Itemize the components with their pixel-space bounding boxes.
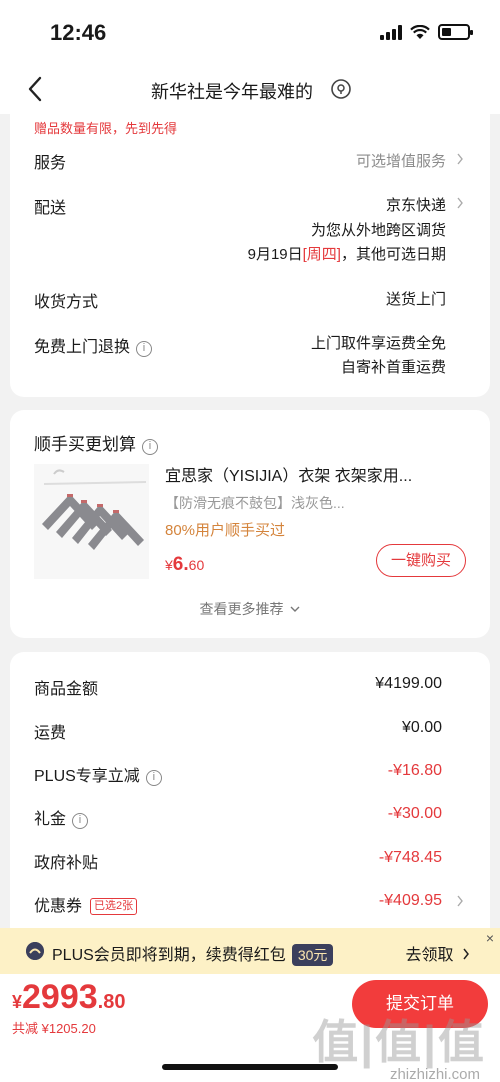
shipping-date[interactable]: 9月19日[周四]，其他可选日期 (248, 243, 446, 264)
shipping-note: 为您从外地跨区调货 (310, 222, 446, 239)
plus-renewal-bar[interactable]: PLUS会员即将到期，续费得红包 30元 去领取 × (0, 928, 500, 974)
product-name[interactable]: 宜思家（YISIJIA）衣架 衣架家用... (165, 462, 460, 486)
chevron-right-icon[interactable] (456, 895, 464, 907)
info-icon[interactable]: i (142, 439, 158, 455)
freight-label: 运费 (34, 725, 67, 742)
recommend-title-text: 顺手买更划算 (34, 435, 136, 454)
plus-discount-label: PLUS专享立减 i (34, 762, 162, 786)
shipping-label: 配送 (34, 200, 67, 217)
shipping-weekday: [周四] (302, 246, 341, 263)
order-total: ¥2993.80 (12, 978, 125, 1017)
system-icons (380, 24, 473, 40)
plus-discount-text: PLUS专享立减 (34, 768, 140, 785)
plus-logo-icon (26, 942, 44, 960)
price-currency: ¥ (165, 557, 173, 573)
receive-label: 收货方式 (34, 294, 99, 311)
total-dec: .80 (97, 991, 126, 1013)
coupon-text: 优惠券 (34, 898, 83, 915)
watermark-logo: 值|值|值 (312, 1016, 486, 1068)
one-click-buy-button[interactable]: 一键购买 (376, 544, 466, 577)
product-spec[interactable]: 【防滑无痕不鼓包】浅灰色... (165, 493, 345, 513)
chevron-right-icon[interactable] (456, 197, 464, 209)
subsidy-label: 政府补贴 (34, 855, 99, 872)
returns-label-text: 免费上门退换 (34, 339, 131, 356)
more-recommend-label: 查看更多推荐 (199, 601, 284, 617)
price-summary-card: 商品金额 ¥4199.00 运费 ¥0.00 PLUS专享立减 i -¥16.80… (10, 652, 490, 942)
returns-label: 免费上门退换 i (34, 333, 153, 357)
goods-amount-label: 商品金额 (34, 681, 99, 698)
info-icon[interactable]: i (136, 341, 153, 357)
chevron-down-icon (290, 606, 300, 612)
chevron-right-icon[interactable] (456, 153, 464, 165)
recommend-card: 顺手买更划算 i 宜思家（YISIJIA）衣架 衣架家用... 【防滑无痕不鼓包】… (10, 410, 490, 638)
nav-bar: 新华社是今年最难的 (0, 64, 500, 114)
returns-line1: 上门取件享运费全免 (310, 335, 446, 352)
plus-red-packet-amount: 30元 (291, 944, 334, 966)
coupon-value[interactable]: -¥409.95 (379, 892, 442, 910)
shipping-date-value: 9月19日 (247, 246, 303, 263)
page-title: 新华社是今年最难的 (151, 82, 313, 102)
service-value[interactable]: 可选增值服务 (356, 150, 446, 171)
info-icon[interactable]: i (145, 770, 162, 786)
product-image[interactable] (34, 464, 149, 579)
price-int: 6. (172, 554, 189, 575)
home-indicator[interactable] (162, 1064, 338, 1070)
claim-link[interactable]: 去领取 (406, 941, 470, 965)
service-label: 服务 (34, 155, 67, 172)
status-time: 12:46 (50, 20, 107, 45)
checkout-footer: ¥2993.80 共减 ¥1205.20 提交订单 值|值|值 zhizhizh… (0, 974, 500, 1082)
claim-label: 去领取 (405, 947, 454, 964)
returns-line2: 自寄补首重运费 (340, 359, 446, 376)
plus-renewal-message: PLUS会员即将到期，续费得红包 (52, 947, 286, 964)
gift-money-text: 礼金 (34, 811, 67, 828)
more-recommend-link[interactable]: 查看更多推荐 (10, 599, 490, 619)
delivery-card: 赠品数量有限，先到先得 服务 可选增值服务 配送 京东快递 为您从外地跨区调货 … (10, 108, 490, 397)
coupon-badge: 已选2张 (90, 898, 138, 915)
info-icon[interactable]: i (72, 813, 89, 829)
gift-money-label: 礼金 i (34, 805, 89, 829)
receive-value: 送货上门 (385, 291, 446, 308)
location-icon[interactable] (330, 78, 352, 100)
wifi-icon (410, 25, 430, 39)
shipping-date-other: ，其他可选日期 (340, 246, 446, 263)
product-price: ¥6.60 (165, 554, 204, 576)
watermark-url: zhizhizhi.com (389, 1066, 480, 1082)
price-dec: 60 (188, 557, 205, 573)
status-bar: 12:46 (0, 0, 500, 64)
goods-amount-value: ¥4199.00 (375, 675, 442, 692)
shipping-carrier[interactable]: 京东快递 (386, 194, 446, 215)
gift-money-value: -¥30.00 (387, 805, 442, 822)
total-int: 2993 (22, 978, 98, 1016)
promo-note: 赠品数量有限，先到先得 (34, 121, 178, 136)
plus-renewal-text: PLUS会员即将到期，续费得红包 30元 (52, 941, 334, 966)
battery-icon (438, 24, 473, 40)
plus-discount-value: -¥16.80 (387, 762, 442, 779)
total-saved: 共减 ¥1205.20 (12, 1021, 96, 1036)
product-tag: 80%用户顺手买过 (165, 522, 286, 539)
close-icon[interactable]: × (486, 930, 494, 946)
freight-value: ¥0.00 (401, 719, 442, 736)
chevron-right-icon (463, 948, 469, 960)
subsidy-value: -¥748.45 (378, 849, 442, 866)
recommend-title: 顺手买更划算 i (34, 430, 158, 455)
signal-icon (380, 25, 402, 40)
total-currency: ¥ (12, 992, 23, 1012)
coupon-label[interactable]: 优惠券 已选2张 (34, 892, 138, 916)
